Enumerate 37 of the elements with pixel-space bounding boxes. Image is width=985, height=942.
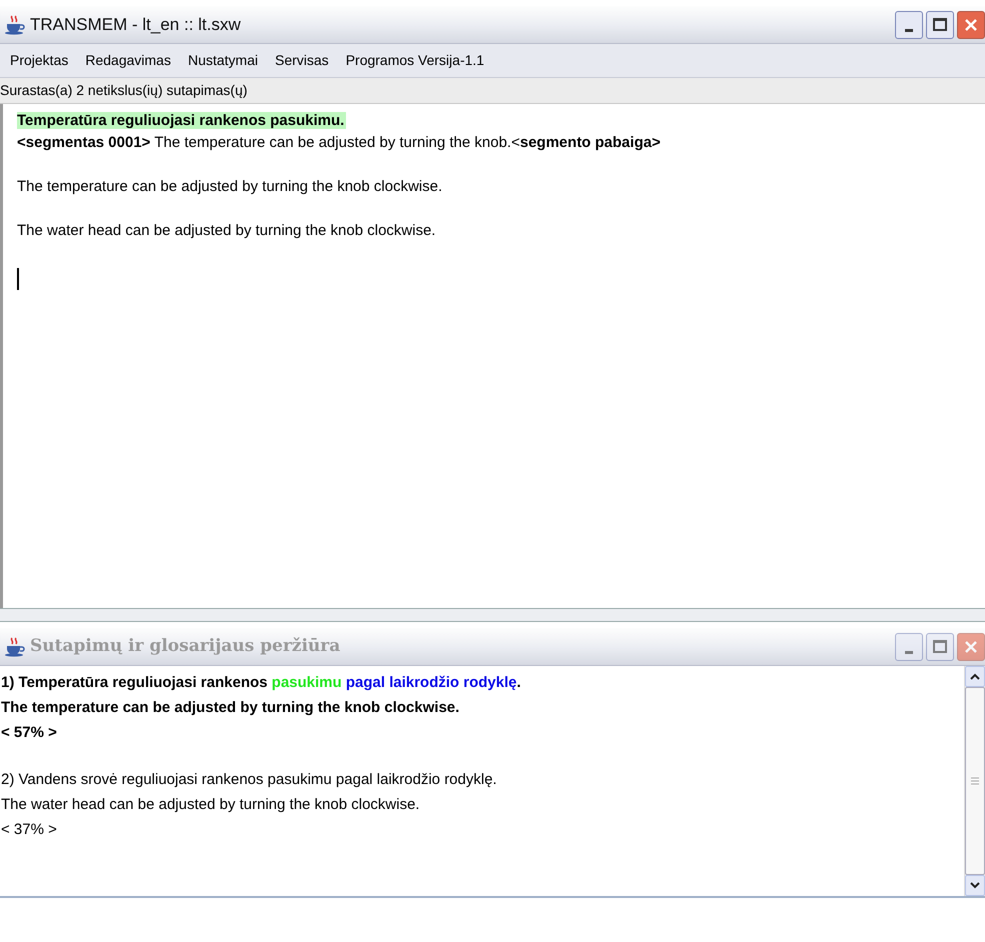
source-sentence: Temperatūra reguliuojasi rankenos pasukimu. <box>17 112 346 129</box>
segment-line: <segmentas 0001> The temperature can be adjusted by turning the knob.<segmento pabaiga> <box>17 134 660 151</box>
menu-item[interactable]: Servisas <box>275 50 329 71</box>
close-button[interactable] <box>957 632 985 660</box>
maximize-icon <box>933 640 947 653</box>
match-source[interactable]: 2) Vandens srovė reguliuojasi rankenos pasukimu pagal laikrodžio rodyklę. <box>1 771 497 788</box>
match-target: The water head can be adjusted by turning the knob clockwise. <box>1 796 420 813</box>
grip-icon <box>971 777 979 785</box>
window-title: TRANSMEM - lt_en :: lt.sxw <box>30 14 241 36</box>
scroll-down-button[interactable] <box>965 875 985 896</box>
text-line: The water head can be adjusted by turning the knob clockwise. <box>17 222 436 239</box>
match-score: < 57% > <box>1 724 57 741</box>
text-cursor <box>17 268 19 290</box>
minimize-icon <box>905 28 913 32</box>
match-target: The temperature can be adjusted by turning the knob clockwise. <box>1 699 460 716</box>
menu-item[interactable]: Projektas <box>10 50 68 71</box>
vertical-scrollbar[interactable] <box>964 666 985 896</box>
scroll-up-button[interactable] <box>965 666 985 687</box>
close-icon <box>964 18 978 32</box>
menu-item[interactable]: Programos Versija-1.1 <box>346 50 484 71</box>
menu-item[interactable]: Redagavimas <box>85 50 171 71</box>
match-score: < 37% > <box>1 821 57 838</box>
maximize-button[interactable] <box>926 10 954 38</box>
minimize-button[interactable] <box>895 10 923 38</box>
menu-item[interactable]: Nustatymai <box>188 50 258 71</box>
match-source[interactable]: 1) Temperatūra reguliuojasi rankenos pasukimu pagal laikrodžio rodyklę. <box>1 674 521 691</box>
coffee-cup-icon <box>4 14 26 34</box>
text-line: The temperature can be adjusted by turning the knob clockwise. <box>17 178 442 195</box>
coffee-cup-icon <box>4 636 26 656</box>
close-icon <box>964 640 978 654</box>
splitter-bar[interactable] <box>0 608 985 622</box>
close-button[interactable] <box>957 10 985 38</box>
minimize-icon <box>905 650 913 654</box>
scroll-thumb[interactable] <box>965 687 985 875</box>
window-title: Sutapimų ir glosarijaus peržiūra <box>30 634 340 658</box>
maximize-icon <box>933 18 947 31</box>
status-text: Surastas(a) 2 netikslus(ių) sutapimas(ų) <box>0 81 248 100</box>
